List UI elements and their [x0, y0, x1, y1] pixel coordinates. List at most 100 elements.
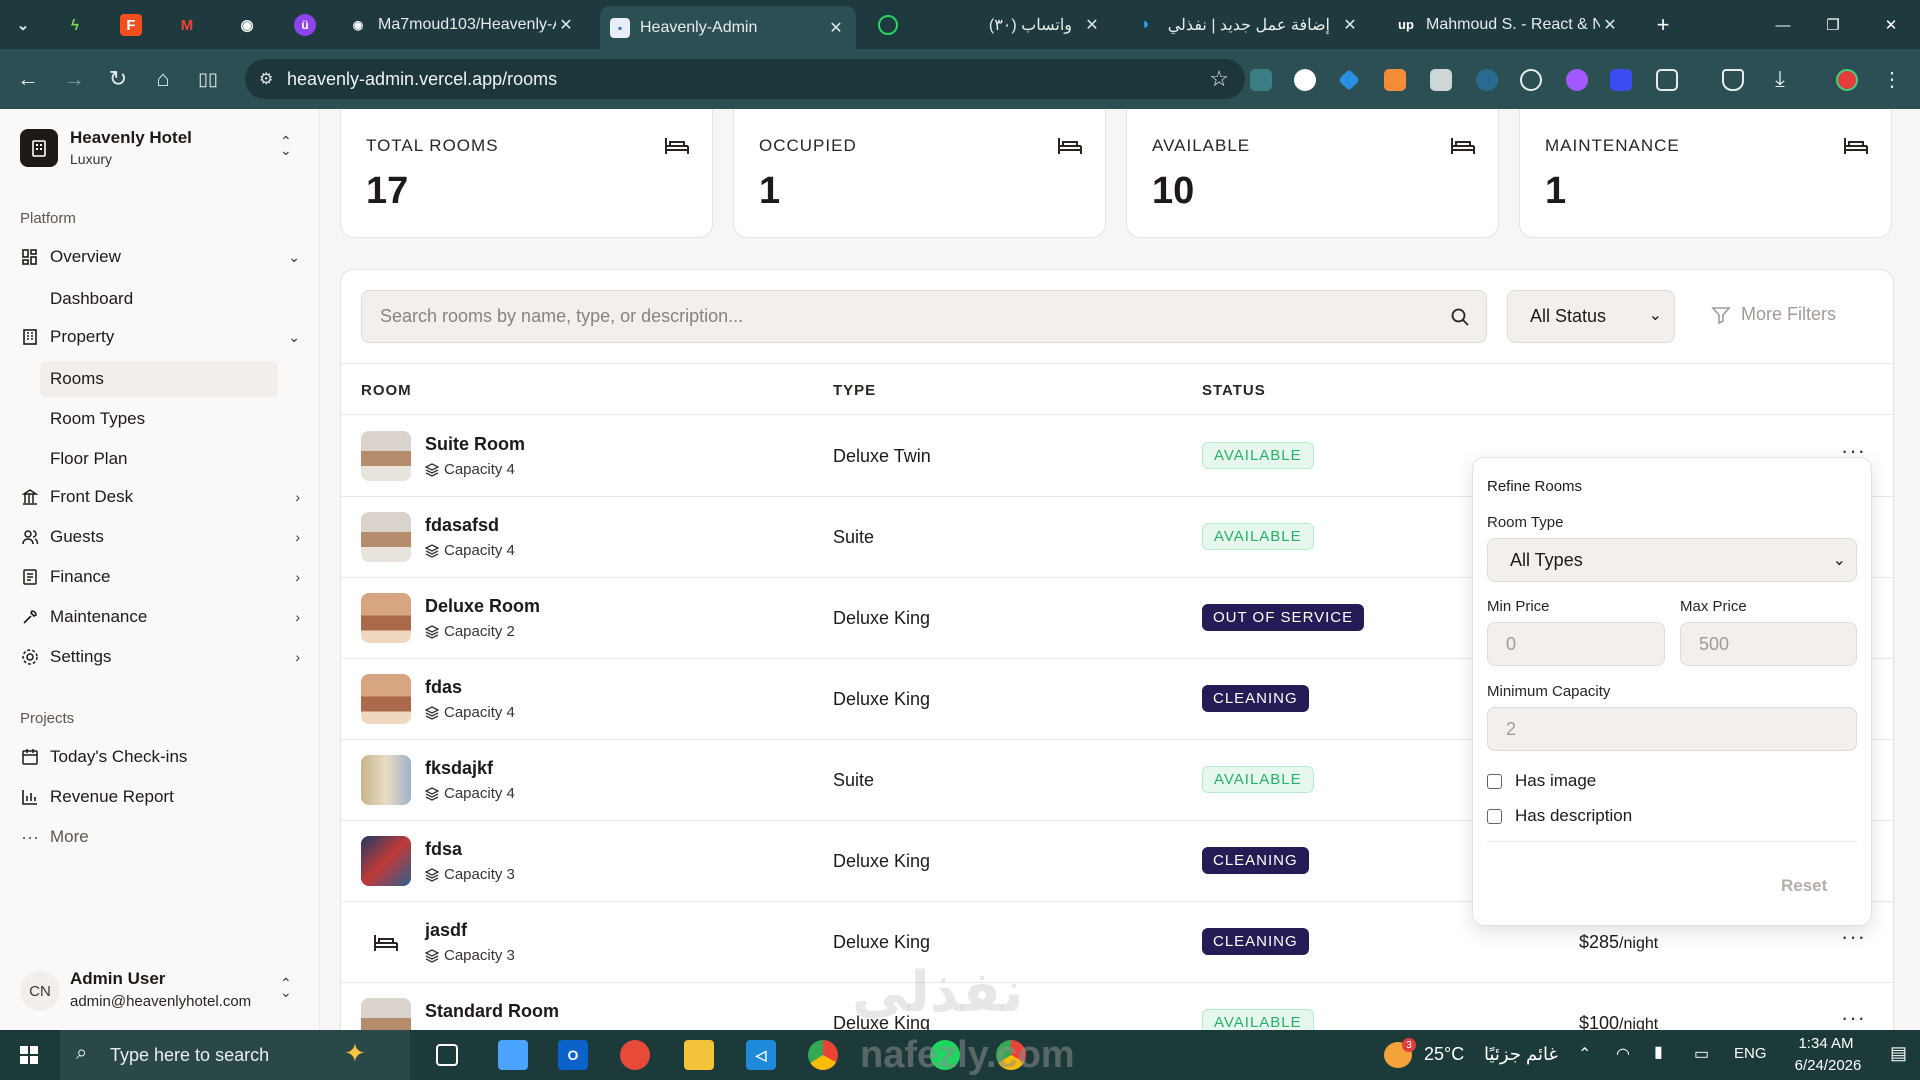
extension-react-icon[interactable] [1476, 69, 1498, 91]
outlook-icon[interactable]: O [558, 1040, 588, 1070]
sidebar-item-rooms[interactable]: Rooms [50, 369, 104, 389]
room-name[interactable]: fdas [425, 677, 462, 698]
chrome-icon[interactable] [808, 1040, 838, 1070]
checkbox-box[interactable] [1487, 808, 1502, 824]
app-red-icon[interactable] [620, 1040, 650, 1070]
back-icon[interactable]: ← [12, 63, 44, 95]
close-icon[interactable]: ✕ [1082, 15, 1102, 35]
close-icon[interactable]: ✕ [826, 18, 846, 38]
close-icon[interactable]: ✕ [556, 15, 576, 35]
pinned-tab-github-icon[interactable]: ◉ [236, 14, 258, 36]
pinned-tab-figma-icon[interactable]: F [120, 14, 142, 36]
tab-heavenly-admin[interactable]: ▪ Heavenly-Admin ✕ [600, 6, 856, 49]
extension-circle-icon[interactable] [1294, 69, 1316, 91]
sidebar-item-dashboard[interactable]: Dashboard [50, 289, 133, 309]
window-close-icon[interactable]: ✕ [1880, 14, 1902, 36]
extension-camera-icon[interactable] [1250, 69, 1272, 91]
extension-gem-icon[interactable] [1338, 69, 1360, 91]
site-settings-icon[interactable]: ⚙ [259, 69, 273, 89]
microsoft-store-icon[interactable] [498, 1040, 528, 1070]
column-header-room[interactable]: ROOM [361, 382, 412, 399]
room-name[interactable]: fdasafsd [425, 515, 499, 536]
table-row[interactable]: Standard Room Capacity 2 Deluxe King AVA… [341, 983, 1893, 1030]
room-name[interactable]: fdsa [425, 839, 462, 860]
incognito-icon[interactable] [1722, 69, 1744, 91]
tab-nafezly[interactable]: ◗ إضافة عمل جديد | نفذلي ✕ [1126, 6, 1370, 43]
vscode-icon[interactable]: ◁ [746, 1040, 776, 1070]
sidebar-item-overview[interactable]: Overview ⌄ [20, 247, 300, 267]
tab-github-repo[interactable]: ◉ Ma7moud103/Heavenly-A ✕ [338, 6, 586, 43]
sidebar-item-todays-checkins[interactable]: Today's Check-ins [20, 747, 187, 767]
room-name[interactable]: Standard Room [425, 1001, 559, 1022]
sidebar-item-maintenance[interactable]: Maintenance › [20, 607, 300, 627]
sidebar-item-front-desk[interactable]: Front Desk › [20, 487, 300, 507]
tab-whatsapp[interactable]: (٣٠) واتساب ✕ [868, 6, 1112, 43]
language-indicator[interactable]: ENG [1734, 1045, 1767, 1062]
taskbar-search-input[interactable]: ⌕ Type here to search ✦ [60, 1030, 410, 1080]
split-view-icon[interactable]: ▯▯ [192, 63, 224, 95]
tray-chevron-up-icon[interactable]: ⌃ [1578, 1044, 1591, 1064]
tab-search-icon[interactable]: ⌄ [12, 14, 34, 36]
user-menu-chevron-icon[interactable]: ⌃ ⌄ [280, 976, 292, 999]
sidebar-item-floor-plan[interactable]: Floor Plan [50, 449, 127, 469]
clock-date[interactable]: 6/24/2026 [1778, 1057, 1878, 1074]
sidebar-item-guests[interactable]: Guests › [20, 527, 300, 547]
sidebar-item-room-types[interactable]: Room Types [50, 409, 145, 429]
wifi-icon[interactable]: ◠ [1616, 1044, 1630, 1064]
pinned-tab-bolt-icon[interactable]: ϟ [64, 14, 86, 36]
room-name[interactable]: Deluxe Room [425, 596, 540, 617]
column-header-type[interactable]: TYPE [833, 382, 876, 399]
home-icon[interactable]: ⌂ [147, 63, 179, 95]
extension-target-icon[interactable] [1520, 69, 1542, 91]
address-bar[interactable]: ⚙ heavenly-admin.vercel.app/rooms ☆ [245, 59, 1245, 99]
more-filters-button[interactable]: More Filters [1711, 304, 1836, 325]
forward-icon[interactable]: → [58, 63, 90, 95]
bookmark-star-icon[interactable]: ☆ [1209, 66, 1229, 92]
max-price-input[interactable]: 500 [1680, 622, 1857, 666]
extension-purple-icon[interactable] [1566, 69, 1588, 91]
pinned-tab-gmail-icon[interactable]: M [176, 14, 198, 36]
checkbox-box[interactable] [1487, 773, 1502, 789]
sidebar-item-property[interactable]: Property ⌄ [20, 327, 300, 347]
search-input[interactable]: Search rooms by name, type, or descripti… [361, 290, 1487, 343]
room-name[interactable]: fksdajkf [425, 758, 493, 779]
extension-blue-icon[interactable] [1610, 69, 1632, 91]
battery-icon[interactable]: ▭ [1694, 1044, 1709, 1064]
min-capacity-input[interactable]: 2 [1487, 707, 1857, 751]
has-image-checkbox[interactable]: Has image [1487, 771, 1596, 791]
extension-square-icon[interactable] [1430, 69, 1452, 91]
close-icon[interactable]: ✕ [1600, 15, 1620, 35]
sidebar-item-finance[interactable]: Finance › [20, 567, 300, 587]
reload-icon[interactable]: ↻ [102, 63, 134, 95]
pinned-tab-app-icon[interactable]: ü [294, 14, 316, 36]
extensions-puzzle-icon[interactable] [1656, 69, 1678, 91]
status-select[interactable]: All Status ⌄ [1507, 290, 1675, 343]
clock-time[interactable]: 1:34 AM [1786, 1035, 1866, 1052]
row-actions-menu-icon[interactable]: ··· [1841, 1005, 1866, 1030]
network-icon[interactable]: ▮ [1654, 1042, 1663, 1062]
new-tab-button[interactable]: + [1652, 12, 1674, 37]
hotel-switcher-chevron-icon[interactable]: ⌃ ⌄ [280, 134, 292, 157]
user-avatar[interactable]: CN [20, 971, 60, 1011]
task-view-icon[interactable] [436, 1044, 458, 1066]
tab-upwork[interactable]: up Mahmoud S. - React & Ne ✕ [1386, 6, 1630, 43]
profile-avatar[interactable] [1836, 69, 1858, 91]
room-name[interactable]: jasdf [425, 920, 467, 941]
row-actions-menu-icon[interactable]: ··· [1841, 924, 1866, 950]
has-description-checkbox[interactable]: Has description [1487, 806, 1632, 826]
sidebar-item-more[interactable]: ··· More [20, 827, 89, 847]
sidebar-item-settings[interactable]: Settings › [20, 647, 300, 667]
notifications-icon[interactable]: ▤ [1890, 1043, 1907, 1064]
column-header-status[interactable]: STATUS [1202, 382, 1266, 399]
extension-fox-icon[interactable] [1384, 69, 1406, 91]
browser-menu-icon[interactable]: ⋮ [1876, 63, 1908, 95]
reset-button[interactable]: Reset [1781, 876, 1827, 896]
sidebar-item-revenue-report[interactable]: Revenue Report [20, 787, 174, 807]
minimize-icon[interactable]: — [1772, 14, 1794, 36]
windows-start-icon[interactable] [14, 1040, 44, 1070]
restore-icon[interactable]: ❐ [1822, 14, 1844, 36]
file-explorer-icon[interactable] [684, 1040, 714, 1070]
download-icon[interactable]: ⤓ [1764, 63, 1796, 95]
room-type-select[interactable]: All Types ⌄ [1487, 538, 1857, 582]
min-price-input[interactable]: 0 [1487, 622, 1665, 666]
